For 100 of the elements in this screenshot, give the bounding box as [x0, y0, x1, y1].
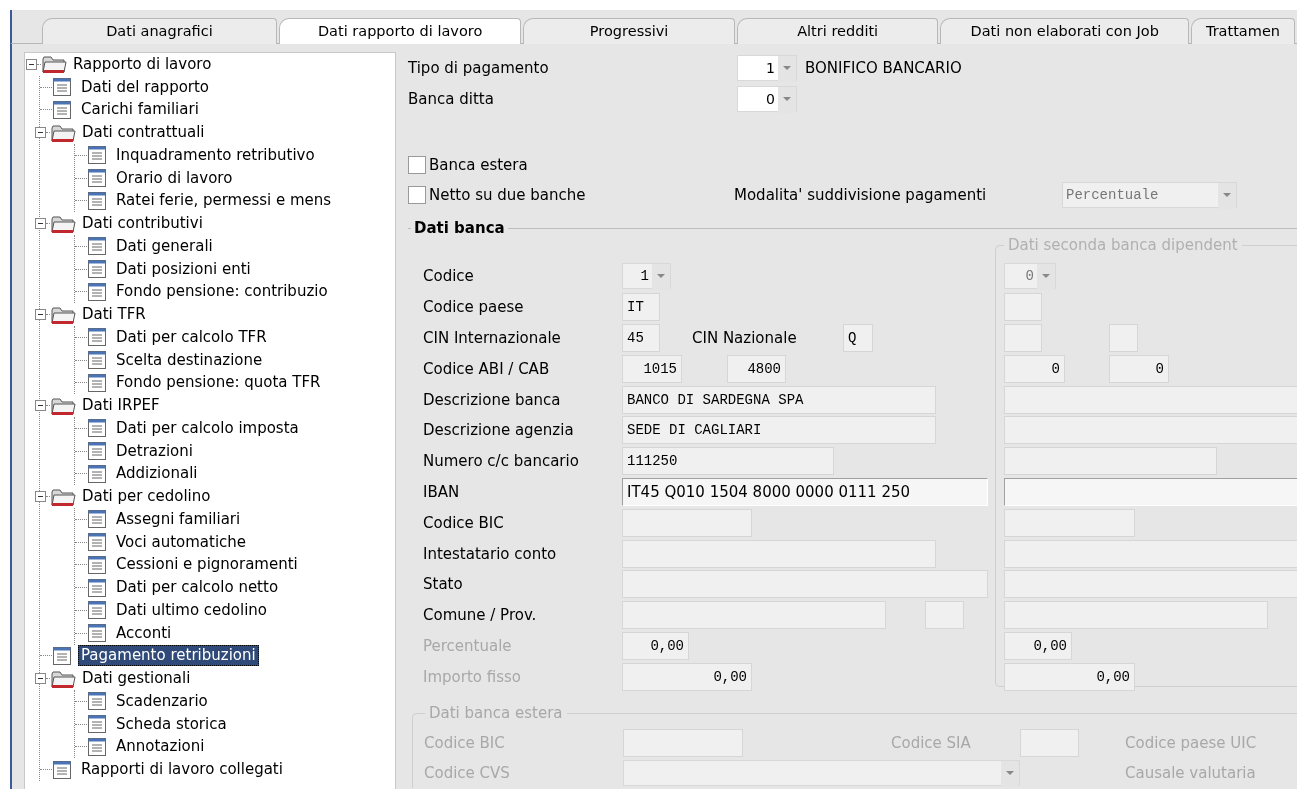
- field-label: Importo fisso: [423, 667, 522, 686]
- text-field[interactable]: [1004, 570, 1297, 599]
- folder-icon: [50, 486, 76, 507]
- document-icon: [87, 259, 107, 280]
- tree-item[interactable]: Cessioni e pignoramenti: [113, 554, 301, 576]
- field-label: Codice paese: [423, 298, 525, 317]
- tree-item[interactable]: Dati per calcolo netto: [113, 577, 282, 599]
- tree-item[interactable]: Dati ultimo cedolino: [113, 599, 271, 621]
- text-field[interactable]: [622, 601, 886, 630]
- tree-item[interactable]: Addizionali: [113, 463, 201, 485]
- checkbox[interactable]: Banca estera: [408, 156, 734, 174]
- document-icon: [87, 577, 107, 598]
- tab[interactable]: Progressivi: [523, 18, 735, 44]
- tree-item[interactable]: Fondo pensione: quota TFR: [113, 372, 324, 394]
- collapse-icon[interactable]: [35, 673, 46, 685]
- folder-icon: [50, 213, 76, 234]
- document-icon: [52, 759, 72, 780]
- code-dropdown[interactable]: 0: [1004, 263, 1056, 290]
- tab[interactable]: Trattamen: [1190, 18, 1295, 44]
- text-field[interactable]: [622, 539, 936, 568]
- tree-item[interactable]: Pagamento retribuzioni: [78, 645, 259, 667]
- tree-item[interactable]: Orario di lavoro: [113, 167, 236, 189]
- collapse-icon[interactable]: [35, 400, 46, 412]
- tree-item[interactable]: Scadenzario: [113, 690, 211, 712]
- code-dropdown[interactable]: 1: [622, 263, 671, 290]
- collapse-icon[interactable]: [35, 491, 46, 503]
- tree-item[interactable]: Dati contributivi: [79, 213, 206, 235]
- document-icon: [87, 532, 107, 553]
- tree-item[interactable]: Annotazioni: [113, 736, 208, 758]
- document-icon: [87, 691, 107, 712]
- text-field[interactable]: 111250: [622, 447, 834, 476]
- tree-item[interactable]: Rapporti di lavoro collegati: [78, 759, 286, 781]
- tree-item[interactable]: Scheda storica: [113, 713, 230, 735]
- collapse-icon[interactable]: [35, 218, 46, 230]
- tree-item[interactable]: Dati TFR: [79, 304, 149, 326]
- tab[interactable]: Dati non elaborati con Job: [940, 18, 1189, 44]
- field-label: CIN Nazionale: [692, 329, 798, 347]
- tree-item[interactable]: Dati generali: [113, 235, 216, 257]
- text-field[interactable]: [622, 508, 752, 537]
- number-field[interactable]: 1015: [622, 354, 682, 383]
- document-icon: [87, 509, 107, 530]
- collapse-icon[interactable]: [35, 127, 46, 139]
- tree-item[interactable]: Fondo pensione: contribuzio: [113, 281, 331, 303]
- iban-field[interactable]: [1004, 477, 1297, 506]
- tree-item[interactable]: Acconti: [113, 622, 175, 644]
- tab[interactable]: Dati anagrafici: [42, 18, 277, 44]
- tree-item[interactable]: Dati posizioni enti: [113, 258, 254, 280]
- text-field[interactable]: [1004, 324, 1042, 352]
- field-label: IBAN: [423, 482, 461, 501]
- caret-icon: [778, 55, 796, 82]
- document-icon: [52, 77, 72, 98]
- number-field[interactable]: 4800: [727, 354, 786, 383]
- tab[interactable]: Altri redditi: [736, 18, 939, 44]
- tree-item[interactable]: Dati del rapporto: [78, 76, 213, 98]
- text-field[interactable]: Q: [843, 324, 873, 352]
- tree-item[interactable]: Inquadramento retributivo: [113, 144, 318, 166]
- number-field[interactable]: 0: [1004, 354, 1065, 383]
- text-field[interactable]: [1004, 601, 1268, 630]
- tree-item[interactable]: Dati contrattuali: [79, 122, 208, 144]
- folder-icon: [50, 395, 76, 416]
- document-icon: [87, 623, 107, 644]
- tree-item[interactable]: Dati per calcolo imposta: [113, 417, 302, 439]
- checkbox[interactable]: Netto su due banche: [408, 186, 734, 204]
- text-field[interactable]: [1004, 508, 1135, 537]
- tree-item[interactable]: Dati gestionali: [79, 668, 194, 690]
- field-label: Codice BIC: [423, 513, 505, 532]
- text-field[interactable]: [1109, 324, 1138, 352]
- tree-item[interactable]: Scelta destinazione: [113, 349, 266, 371]
- tree-item[interactable]: Voci automatiche: [113, 531, 250, 553]
- tree-item[interactable]: Detrazioni: [113, 440, 196, 462]
- text-field[interactable]: 45: [622, 324, 660, 352]
- text-field[interactable]: SEDE DI CAGLIARI: [622, 416, 936, 445]
- tab[interactable]: Dati rapporto di lavoro: [278, 18, 522, 44]
- tree-item[interactable]: Dati IRPEF: [79, 395, 163, 417]
- tree-item[interactable]: Dati per cedolino: [79, 486, 214, 508]
- code-dropdown[interactable]: 0: [737, 85, 797, 112]
- field-label: Stato: [423, 575, 464, 594]
- tree-item[interactable]: Assegni familiari: [113, 508, 244, 530]
- folder-icon: [50, 668, 76, 689]
- text-field[interactable]: [925, 601, 964, 630]
- code-dropdown[interactable]: 1: [737, 54, 797, 81]
- tree-item[interactable]: Carichi familiari: [78, 99, 202, 121]
- text-field[interactable]: IT: [622, 293, 660, 322]
- tree-item[interactable]: Ratei ferie, permessi e mens: [113, 190, 335, 212]
- text-field[interactable]: [1004, 385, 1297, 414]
- text-field[interactable]: [1004, 447, 1217, 476]
- tree-item[interactable]: Rapporto di lavoro: [70, 53, 215, 75]
- document-icon: [87, 418, 107, 439]
- number-field[interactable]: 0: [1109, 354, 1169, 383]
- text-field[interactable]: [1004, 539, 1297, 568]
- text-field[interactable]: [622, 570, 988, 599]
- iban-field[interactable]: IT45 Q010 1504 8000 0000 0111 250: [622, 477, 988, 506]
- text-field[interactable]: BANCO DI SARDEGNA SPA: [622, 385, 936, 414]
- text-field[interactable]: [1004, 293, 1042, 322]
- document-icon: [87, 168, 107, 189]
- tree-item[interactable]: Dati per calcolo TFR: [113, 326, 270, 348]
- text-field[interactable]: [1004, 416, 1297, 445]
- collapse-icon[interactable]: [26, 58, 37, 70]
- collapse-icon[interactable]: [35, 309, 46, 321]
- field-label: Descrizione agenzia: [423, 421, 575, 440]
